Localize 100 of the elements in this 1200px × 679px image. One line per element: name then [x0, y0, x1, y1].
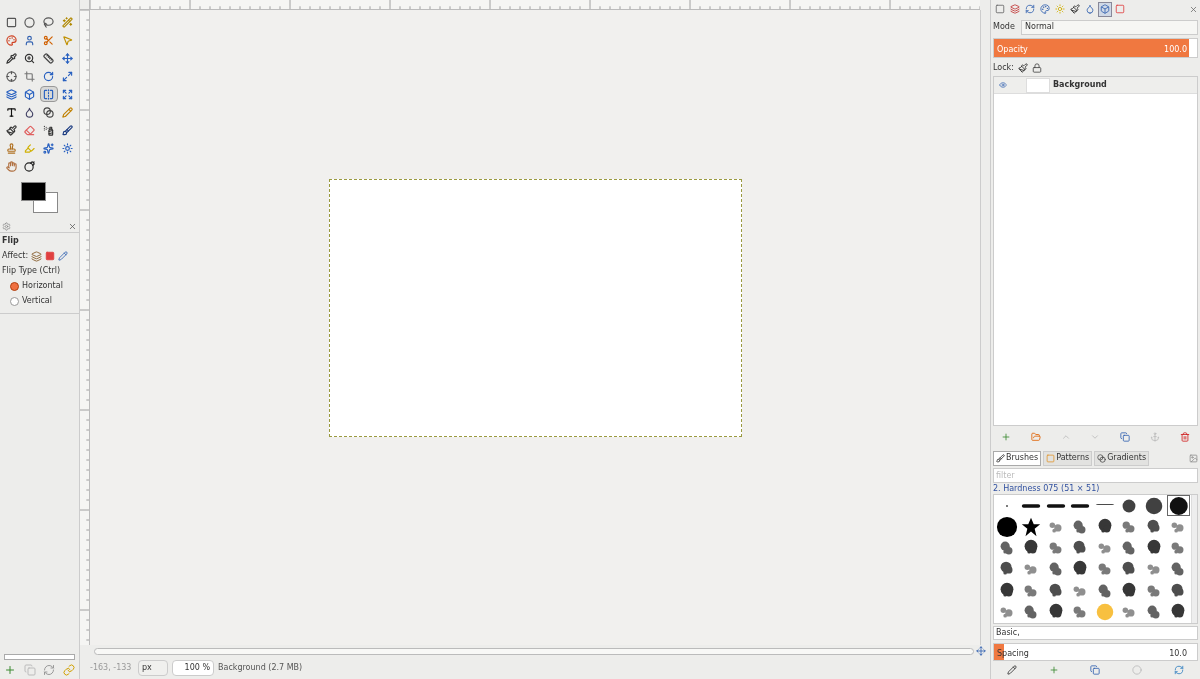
pencil-icon [61, 106, 73, 118]
brush-icon [1070, 4, 1080, 14]
dock-tab[interactable] [1008, 1, 1022, 17]
square-icon [5, 16, 17, 28]
brush-preview-icon [1122, 582, 1136, 597]
brush-preview-icon [1046, 503, 1065, 508]
brush-preview-icon [1171, 522, 1184, 533]
brush-preview-icon [1000, 541, 1013, 555]
vertical-scrollbar[interactable] [1191, 495, 1197, 623]
brush-preview-icon [1122, 541, 1135, 555]
brush-preview-icon [1171, 563, 1184, 576]
refresh-icon[interactable] [1174, 665, 1185, 675]
visibility-icon[interactable] [999, 81, 1007, 89]
brush-preview-icon [1024, 539, 1038, 554]
crop-icon [24, 70, 36, 82]
brush-preview-icon [1147, 564, 1160, 575]
brush-preview-icon [1147, 605, 1160, 619]
brush-preview-icon [1049, 583, 1062, 597]
brush-preview-icon [1073, 540, 1086, 554]
flip-icon [43, 88, 54, 100]
lock-pixels-icon[interactable] [1017, 63, 1028, 73]
reset-icon[interactable] [43, 664, 56, 676]
brush-preview-icon [1145, 497, 1162, 514]
brush-preview-icon [1171, 603, 1185, 618]
palette-icon [5, 34, 17, 46]
brush-preview-icon [1147, 519, 1160, 533]
brush-preview-icon [1098, 564, 1111, 575]
brush-item[interactable] [1166, 495, 1190, 516]
tag-dropdown[interactable]: Basic, [993, 626, 1198, 640]
dock-tab[interactable] [1038, 1, 1052, 17]
stamp-icon [5, 142, 17, 154]
brush-preview-icon [1049, 542, 1062, 554]
brush-preview-icon [1071, 503, 1090, 508]
brush-preview-icon [1171, 542, 1184, 554]
pipette-icon [5, 52, 17, 64]
rotate-icon [43, 70, 54, 82]
brush-name: 2. Hardness 075 (51 × 51) [992, 483, 1101, 494]
brush-preview-icon [1098, 584, 1111, 598]
ruler-icon [43, 52, 54, 64]
brush-preview-icon [1022, 517, 1041, 536]
lasso-icon [43, 16, 54, 28]
dock-tab[interactable] [1098, 1, 1112, 17]
mode-dropdown[interactable]: Normal [1021, 19, 1198, 35]
lock-alpha-icon[interactable] [1031, 63, 1042, 73]
zoom-icon [24, 52, 36, 64]
radio-label: Vertical [22, 295, 52, 307]
close-icon[interactable] [68, 222, 77, 231]
airbrush-icon [43, 124, 54, 136]
close-icon[interactable] [1189, 4, 1198, 14]
wand-icon [61, 16, 73, 28]
new-layer-icon[interactable] [1000, 432, 1011, 442]
brush-preview-icon [1022, 503, 1041, 508]
dock-tab[interactable] [1068, 1, 1082, 17]
horizontal-scrollbar[interactable] [94, 647, 974, 655]
tab-icon [996, 453, 1005, 463]
brush-preview-icon [1147, 539, 1161, 554]
brush-preview-icon [1169, 496, 1188, 515]
crosshair-icon [5, 70, 17, 82]
status-message: Background (2.7 MB) [218, 662, 303, 674]
brush-preview-icon [1073, 561, 1087, 575]
eraser-icon [24, 124, 36, 136]
brush-item[interactable] [1019, 516, 1043, 538]
new-brush-icon[interactable] [1048, 665, 1059, 675]
navigate-icon[interactable] [976, 646, 986, 656]
brushes-tab[interactable]: Brushes [993, 450, 1042, 466]
layer-row[interactable]: Background [994, 77, 1197, 94]
affect-label: Affect: [2, 250, 29, 262]
brush-preview-icon [1049, 603, 1063, 618]
radio-label: Horizontal [22, 280, 63, 292]
brushes-tab[interactable]: Patterns [1043, 450, 1093, 466]
brush-preview-icon [1073, 520, 1086, 534]
brush-preview-icon [1122, 562, 1135, 575]
paintbrush-icon [5, 124, 17, 136]
radio-button[interactable] [10, 296, 19, 306]
pointer-coordinates: -163, -133 [90, 662, 133, 674]
person-icon [24, 34, 36, 46]
brush-preview-icon [1122, 521, 1135, 533]
zoom-dropdown[interactable]: 100 % [172, 660, 214, 676]
pointer-icon [61, 34, 73, 46]
brush-preview-icon [996, 516, 1017, 537]
filter-field[interactable]: filter [993, 468, 1198, 483]
brush-preview-icon [1024, 564, 1037, 575]
mode-label: Mode [993, 21, 1016, 33]
radio-button[interactable] [10, 281, 19, 291]
brush-preview-icon [1000, 562, 1013, 575]
brushes-tab[interactable]: Gradients [1094, 450, 1150, 466]
color-swatches-drawing[interactable] [20, 182, 60, 214]
unit-dropdown[interactable]: px [138, 660, 168, 676]
duplicate-icon[interactable] [1090, 665, 1101, 675]
tab-icon [1046, 453, 1056, 463]
duplicate-icon[interactable] [1120, 432, 1131, 442]
brush-preview-icon [1005, 504, 1008, 507]
scale-icon [61, 70, 73, 82]
brush-item[interactable] [995, 516, 1019, 538]
tool-options-title: Flip [2, 235, 20, 247]
brush-preview-icon [1024, 605, 1037, 619]
brush-preview-icon [1098, 518, 1112, 533]
flip-type-label: Flip Type (Ctrl) [2, 265, 62, 277]
folder-icon[interactable] [1030, 432, 1041, 442]
edit-icon[interactable] [1006, 665, 1017, 675]
